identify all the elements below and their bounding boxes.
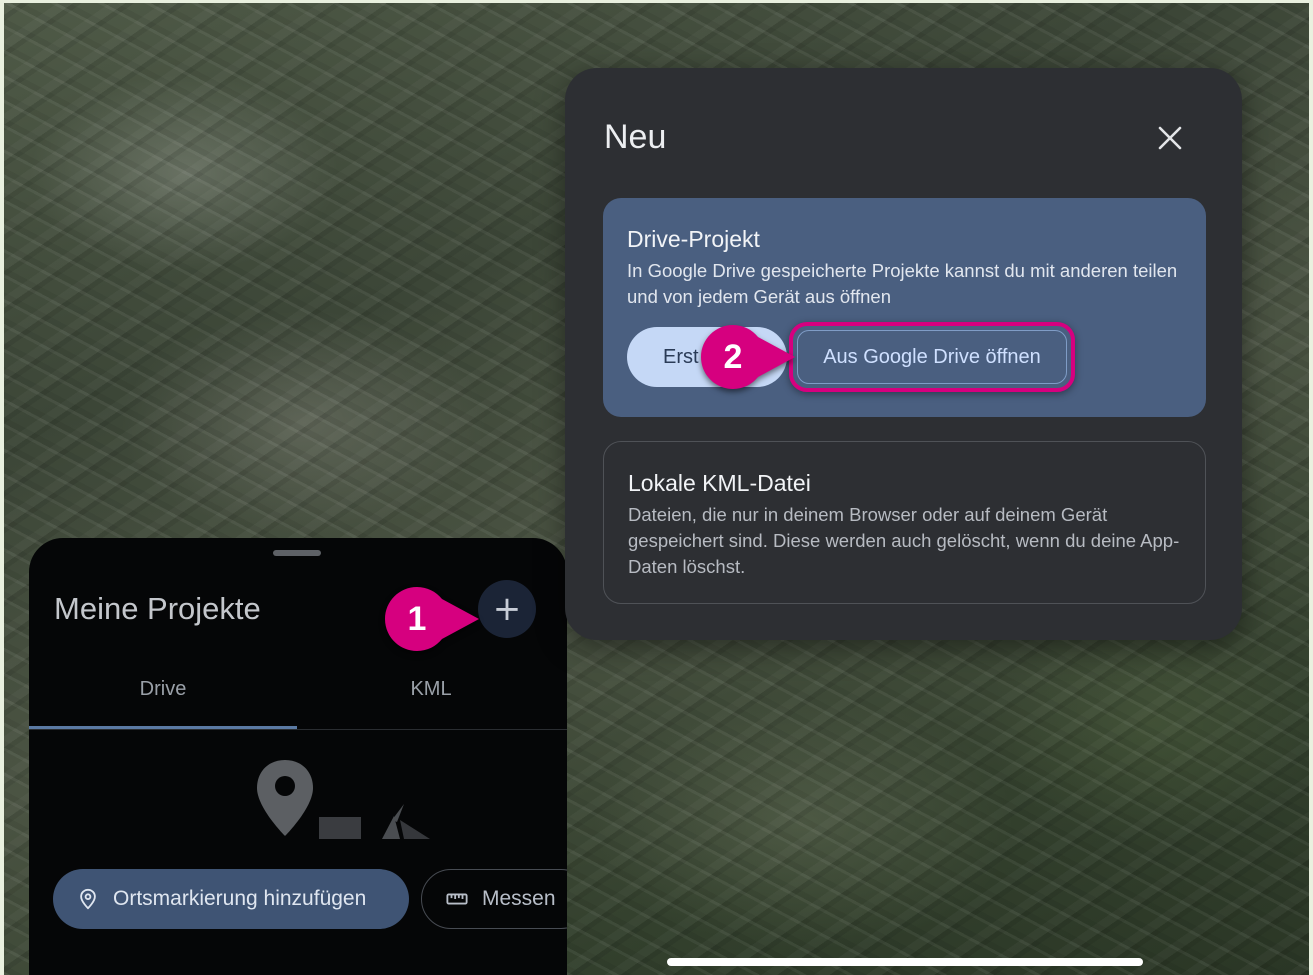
callout-number-2: 2 [723, 337, 743, 376]
kml-card-title: Lokale KML-Datei [628, 470, 811, 496]
close-icon [1158, 126, 1182, 150]
tab-drive[interactable]: Drive [29, 678, 297, 710]
add-placemark-label: Ortsmarkierung hinzufügen [113, 887, 367, 910]
kml-card-description: Dateien, die nur in deinem Browser oder … [628, 504, 1180, 577]
panel-title: Meine Projekte [54, 591, 261, 626]
add-placemark-button[interactable]: Ortsmarkierung hinzufügen [53, 869, 409, 929]
path-shape-icon [382, 804, 430, 839]
drag-handle[interactable] [273, 550, 321, 556]
plus-icon: + [492, 589, 522, 629]
tab-kml[interactable]: KML [297, 678, 565, 710]
location-pin-icon [80, 888, 96, 910]
empty-state-illustration [257, 760, 430, 839]
open-from-drive-button[interactable]: Aus Google Drive öffnen [789, 322, 1075, 392]
close-button[interactable] [1150, 118, 1190, 158]
location-pin-icon [257, 760, 313, 836]
measure-label: Messen [482, 887, 556, 910]
projects-panel: Meine Projekte + Drive KML Ortsmarkierun… [29, 538, 567, 975]
tab-divider [29, 729, 567, 730]
add-project-button[interactable]: + [478, 580, 536, 638]
drive-card-description: In Google Drive gespeicherte Projekte ka… [627, 260, 1178, 307]
home-indicator[interactable] [667, 958, 1143, 966]
create-label: Erst [663, 345, 699, 368]
measure-button[interactable]: Messen [421, 869, 567, 929]
ruler-icon [446, 893, 468, 905]
local-kml-card[interactable]: Lokale KML-Datei Dateien, die nur in dei… [603, 441, 1206, 604]
callout-marker-2: 2 [701, 325, 801, 389]
drive-card-title: Drive-Projekt [627, 226, 760, 252]
drive-project-card: Drive-Projekt In Google Drive gespeicher… [603, 198, 1206, 417]
callout-number-1: 1 [407, 599, 427, 638]
new-project-dialog: Neu Drive-Projekt In Google Drive gespei… [565, 68, 1242, 640]
rectangle-shape-icon [319, 817, 361, 839]
dialog-title: Neu [604, 118, 667, 156]
button-outline [797, 330, 1067, 384]
callout-marker-1: 1 [385, 587, 485, 651]
